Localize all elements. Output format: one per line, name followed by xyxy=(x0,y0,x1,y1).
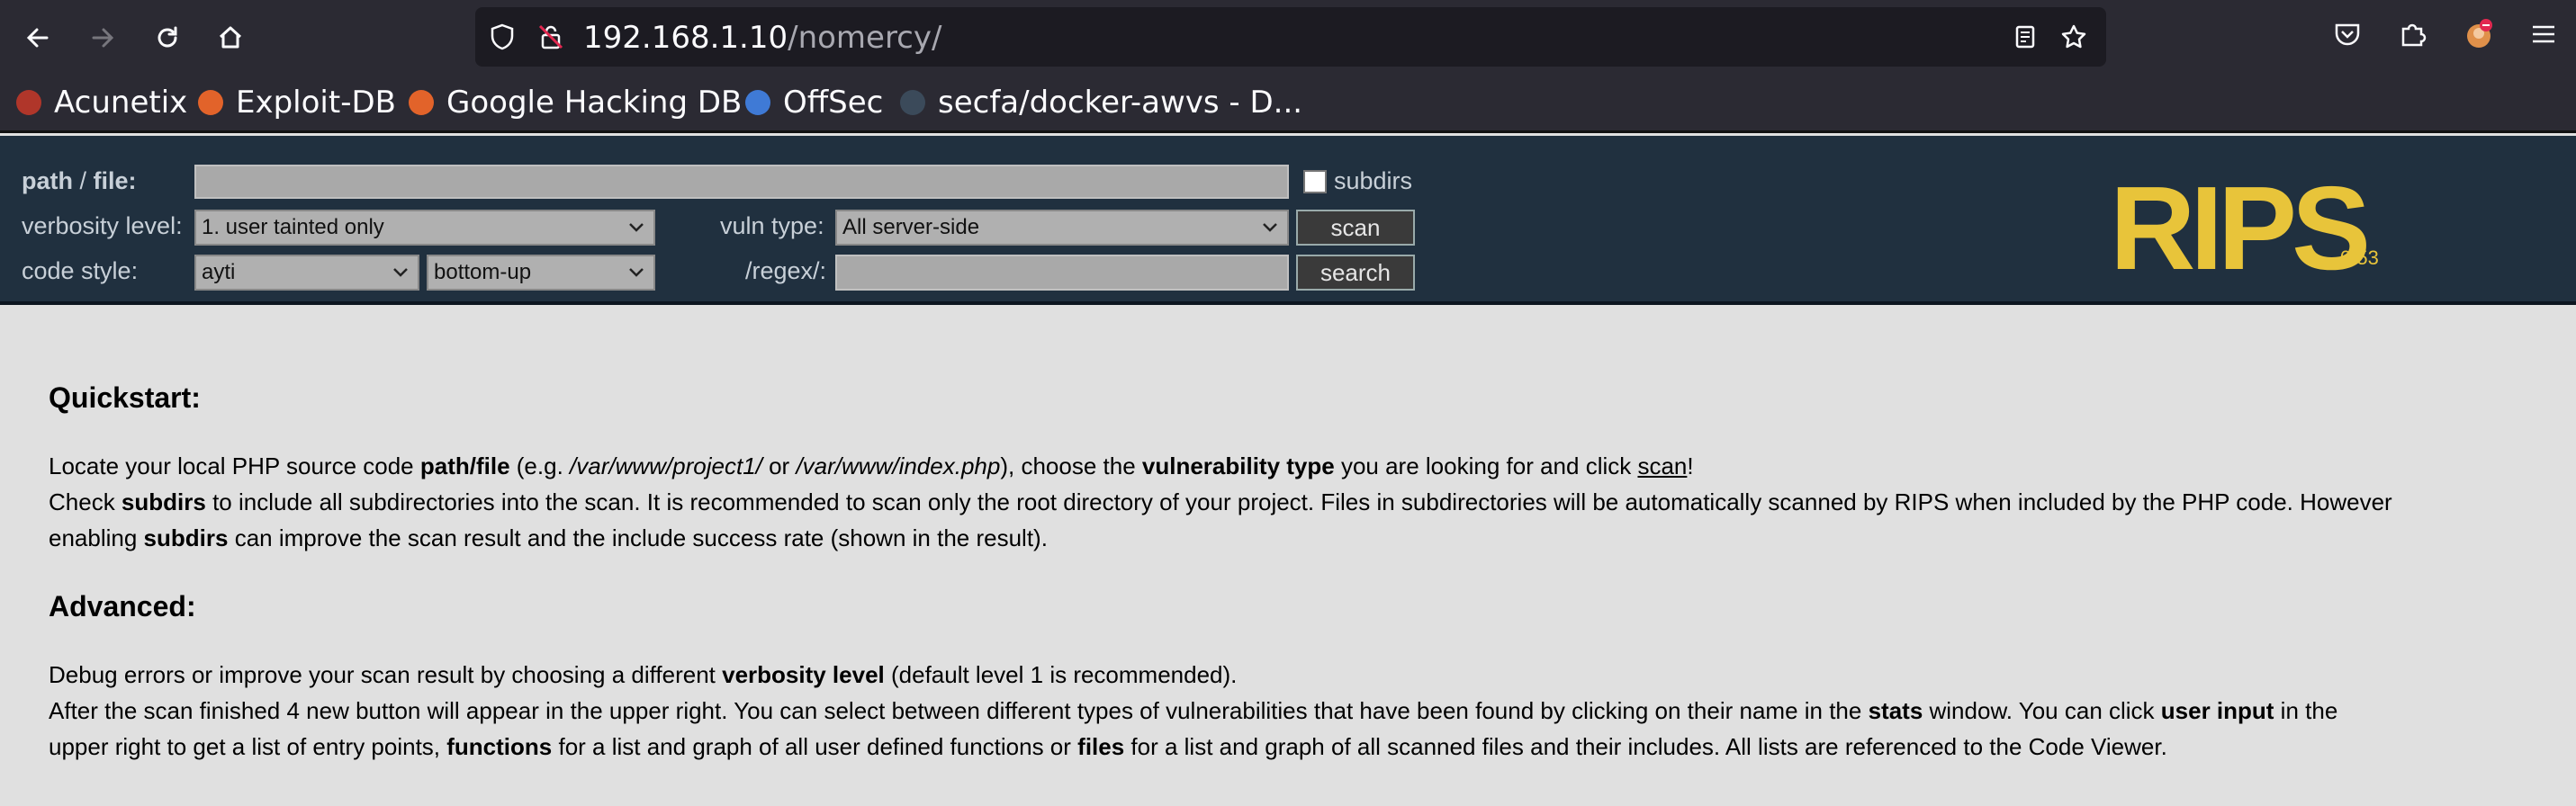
regex-input[interactable] xyxy=(835,255,1289,291)
chevron-down-icon xyxy=(1263,223,1277,232)
offsec-favicon-icon xyxy=(745,90,770,115)
chevron-down-icon xyxy=(629,268,644,277)
reader-view-icon[interactable] xyxy=(2011,22,2040,51)
arrow-left-icon xyxy=(26,28,49,48)
github-favicon-icon xyxy=(900,90,925,115)
ghdb-favicon-icon xyxy=(409,90,434,115)
menu-button[interactable] xyxy=(2527,18,2563,54)
code-style-label: code style: xyxy=(22,257,139,284)
bookmark-docker-awvs[interactable]: secfa/docker-awvs - D... xyxy=(900,85,1302,121)
pocket-button[interactable] xyxy=(2331,18,2367,54)
path-file-label: path / file: xyxy=(22,167,137,194)
chevron-down-icon xyxy=(393,268,408,277)
bookmark-exploit-db[interactable]: Exploit-DB xyxy=(198,85,396,121)
verbosity-select[interactable]: 1. user tainted only xyxy=(194,210,655,246)
bookmark-label: Exploit-DB xyxy=(236,85,396,121)
quickstart-line-3: enabling subdirs can improve the scan re… xyxy=(49,524,1048,551)
quickstart-heading: Quickstart: xyxy=(49,381,201,414)
svg-text:RIPS: RIPS xyxy=(2110,172,2366,280)
url-host: 192.168.1.10 xyxy=(583,20,788,56)
chevron-down-icon xyxy=(629,223,644,232)
acunetix-favicon-icon xyxy=(16,90,41,115)
url-bar[interactable]: 192.168.1.10/nomercy/ xyxy=(475,7,2106,67)
subdirs-label: subdirs xyxy=(1334,167,1413,194)
vuln-type-label: vuln type: xyxy=(720,212,824,239)
vuln-type-selected: All server-side xyxy=(842,215,980,239)
bookmark-label: OffSec xyxy=(783,85,884,121)
quickstart-line-2: Check subdirs to include all subdirector… xyxy=(49,488,2392,515)
bookmark-label: Google Hacking DB xyxy=(446,85,743,121)
rips-version: 0.53 xyxy=(2340,246,2379,269)
rips-scan-panel: path / file: subdirs verbosity level: 1.… xyxy=(0,136,2576,305)
verbosity-selected: 1. user tainted only xyxy=(202,215,384,239)
reload-icon xyxy=(158,26,177,48)
bookmark-star-icon[interactable] xyxy=(2059,22,2088,51)
verbosity-label: verbosity level: xyxy=(22,212,183,239)
advanced-line-2: After the scan finished 4 new button wil… xyxy=(49,697,2338,724)
bookmark-offsec[interactable]: OffSec xyxy=(745,85,883,121)
arrow-right-icon xyxy=(92,28,114,48)
order-selected: bottom-up xyxy=(434,260,532,284)
home-icon xyxy=(219,26,242,49)
exploit-db-favicon-icon xyxy=(198,90,223,115)
advanced-line-1: Debug errors or improve your scan result… xyxy=(49,661,1238,688)
code-style-select[interactable]: ayti xyxy=(194,255,419,291)
home-button[interactable] xyxy=(211,18,250,58)
regex-label: /regex/: xyxy=(745,257,827,284)
insecure-lock-icon[interactable] xyxy=(536,22,565,51)
code-style-selected: ayti xyxy=(202,260,236,284)
pocket-icon xyxy=(2335,23,2360,46)
url-path: /nomercy/ xyxy=(788,20,942,56)
extensions-button[interactable] xyxy=(2396,18,2432,54)
bookmark-label: secfa/docker-awvs - D... xyxy=(938,85,1303,121)
scan-button[interactable]: scan xyxy=(1296,210,1415,246)
avatar-icon xyxy=(2467,19,2492,48)
browser-toolbar: 192.168.1.10/nomercy/ xyxy=(0,0,2576,76)
subdirs-checkbox[interactable] xyxy=(1303,170,1327,193)
order-select[interactable]: bottom-up xyxy=(427,255,655,291)
bookmark-label: Acunetix xyxy=(54,85,188,121)
profile-button[interactable] xyxy=(2463,18,2499,54)
puzzle-icon xyxy=(2401,23,2427,47)
url-text[interactable]: 192.168.1.10/nomercy/ xyxy=(583,20,941,56)
search-button[interactable]: search xyxy=(1296,255,1415,291)
back-button[interactable] xyxy=(18,18,58,58)
path-file-input[interactable] xyxy=(194,165,1289,199)
bookmark-google-hacking-db[interactable]: Google Hacking DB xyxy=(409,85,742,121)
hamburger-menu-icon xyxy=(2533,25,2554,43)
bookmarks-toolbar: Acunetix Exploit-DB Google Hacking DB Of… xyxy=(0,76,2576,133)
forward-button[interactable] xyxy=(83,18,122,58)
quickstart-line-1: Locate your local PHP source code path/f… xyxy=(49,452,1694,479)
vuln-type-select[interactable]: All server-side xyxy=(835,210,1289,246)
advanced-heading: Advanced: xyxy=(49,590,196,622)
bookmark-acunetix[interactable]: Acunetix xyxy=(16,85,187,121)
shield-icon[interactable] xyxy=(488,22,517,51)
advanced-line-3: upper right to get a list of entry point… xyxy=(49,733,2167,760)
reload-button[interactable] xyxy=(148,18,187,58)
